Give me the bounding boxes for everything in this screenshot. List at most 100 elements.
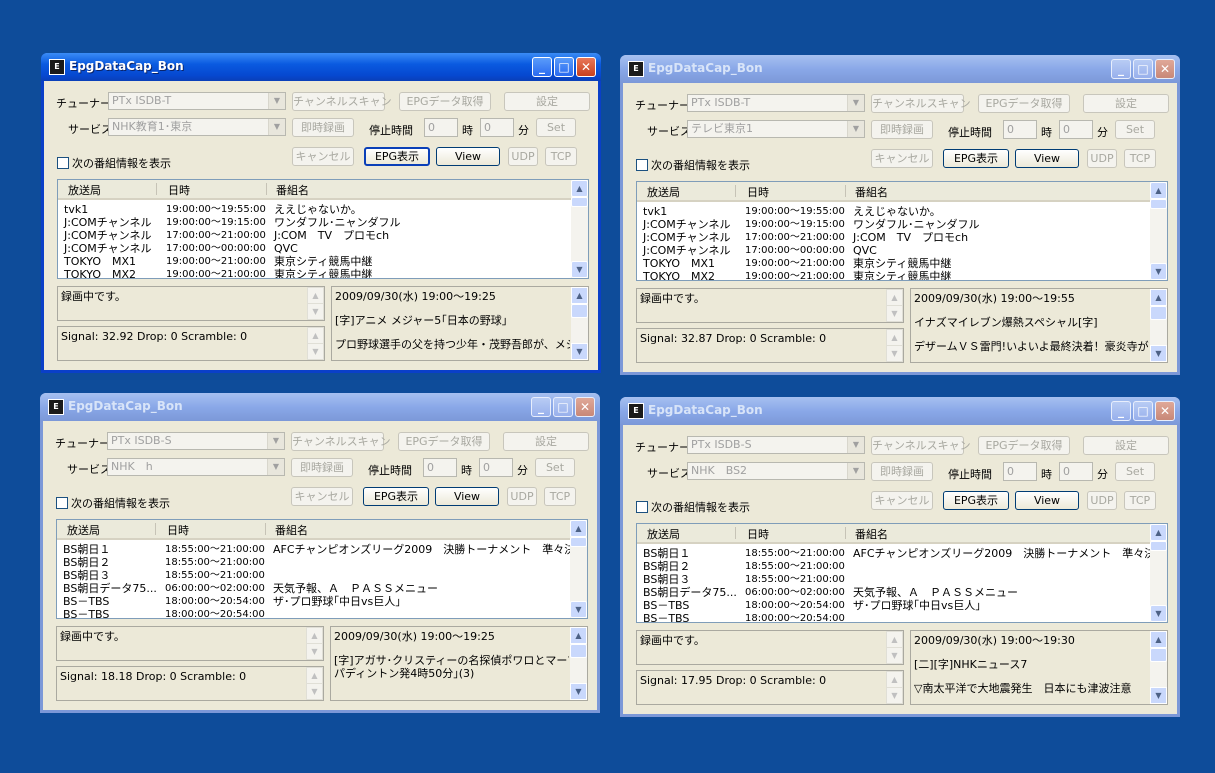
scroll-down-icon[interactable]: ▼ [886, 687, 903, 704]
scroll-up-icon[interactable]: ▲ [570, 520, 587, 537]
chevron-down-icon[interactable]: ▼ [268, 119, 285, 135]
minimize-button[interactable]: _ [1111, 59, 1131, 79]
signal-box[interactable]: Signal: 32.92 Drop: 0 Scramble: 0 ▲ ▼ [57, 326, 325, 361]
app-icon[interactable]: E [48, 399, 64, 415]
scroll-up-icon[interactable]: ▲ [306, 667, 323, 684]
scroll-up-icon[interactable]: ▲ [1150, 631, 1167, 648]
table-row[interactable]: TOKYO MX2 19:00:00～21:00:00 東京シティ競馬中継 [637, 270, 1152, 280]
table-row[interactable]: J:COMチャンネル 19:00:00～19:15:00 ワンダフル･ニャンダフル [637, 218, 1152, 231]
column-header-station[interactable]: 放送局 [647, 184, 680, 200]
channel-scan-button[interactable]: チャンネルスキャン [291, 432, 391, 451]
scroll-down-icon[interactable]: ▼ [1150, 605, 1167, 622]
close-button[interactable]: ✕ [576, 57, 596, 77]
close-button[interactable]: ✕ [1155, 401, 1175, 421]
epgdatacap-window-4[interactable]: E EpgDataCap_Bon _ □ ✕ チューナー PTx ISDB-S ▼… [620, 397, 1180, 717]
minute-input[interactable]: 0 [480, 118, 514, 137]
scroll-down-icon[interactable]: ▼ [307, 303, 324, 320]
scroll-thumb[interactable] [571, 304, 588, 318]
scroll-down-icon[interactable]: ▼ [306, 643, 323, 660]
settings-button[interactable]: 設定 [1083, 436, 1169, 455]
scroll-thumb[interactable] [1150, 541, 1167, 551]
column-header-datetime[interactable]: 日時 [747, 526, 769, 542]
program-info-box[interactable]: 2009/09/30(水) 19:00～19:55 イナズマイレブン爆熱スペシャ… [910, 288, 1168, 363]
view-button[interactable]: View [1015, 149, 1079, 168]
cancel-button[interactable]: キャンセル [871, 491, 933, 510]
scroll-up-icon[interactable]: ▲ [570, 627, 587, 644]
tcp-button[interactable]: TCP [544, 487, 576, 506]
signal-scrollbar[interactable]: ▲ ▼ [886, 329, 903, 362]
tuner-select[interactable]: PTx ISDB-S ▼ [687, 436, 865, 454]
program-info-scrollbar[interactable]: ▲ ▼ [1150, 289, 1167, 362]
close-button[interactable]: ✕ [575, 397, 595, 417]
hour-input[interactable]: 0 [1003, 120, 1037, 139]
signal-scrollbar[interactable]: ▲ ▼ [886, 671, 903, 704]
list-scrollbar[interactable]: ▲ ▼ [1150, 524, 1167, 622]
table-row[interactable]: BS朝日２ 18:55:00～21:00:00 [637, 560, 1152, 573]
table-row[interactable]: TOKYO MX1 19:00:00～21:00:00 東京シティ競馬中継 [58, 255, 573, 268]
chevron-down-icon[interactable]: ▼ [847, 95, 864, 111]
scroll-thumb[interactable] [571, 197, 588, 207]
cancel-button[interactable]: キャンセル [291, 487, 353, 506]
next-program-checkbox[interactable] [56, 497, 68, 509]
scroll-down-icon[interactable]: ▼ [886, 305, 903, 322]
table-row[interactable]: BS朝日データ75... 06:00:00～02:00:00 天気予報、Ａ ＰＡＳＳ… [637, 586, 1152, 599]
program-list[interactable]: 放送局 日時 番組名 tvk1 19:00:00～19:55:00 ええじゃないか。… [57, 179, 589, 279]
minimize-button[interactable]: _ [1111, 401, 1131, 421]
list-scrollbar[interactable]: ▲ ▼ [1150, 182, 1167, 280]
column-divider[interactable] [735, 527, 736, 539]
column-header-datetime[interactable]: 日時 [168, 182, 190, 198]
maximize-button[interactable]: □ [554, 57, 574, 77]
service-select[interactable]: テレビ東京1 ▼ [687, 120, 865, 138]
epg-view-button[interactable]: EPG表示 [363, 487, 429, 506]
status-box[interactable]: 録画中です。 ▲ ▼ [56, 626, 324, 661]
table-row[interactable]: BS－TBS 18:00:00～20:54:00 ザ･プロ野球｢中日vs巨人｣ [57, 595, 572, 608]
epg-fetch-button[interactable]: EPGデータ取得 [399, 92, 491, 111]
column-divider[interactable] [845, 527, 846, 539]
title-bar[interactable]: E EpgDataCap_Bon _ □ ✕ [620, 397, 1180, 425]
program-list[interactable]: 放送局 日時 番組名 BS朝日１ 18:55:00～21:00:00 AFCチャンピ… [636, 523, 1168, 623]
table-row[interactable]: J:COMチャンネル 17:00:00～21:00:00 J:COM TV プロモc… [637, 231, 1152, 244]
chevron-down-icon[interactable]: ▼ [268, 93, 285, 109]
column-header-station[interactable]: 放送局 [68, 182, 101, 198]
signal-box[interactable]: Signal: 17.95 Drop: 0 Scramble: 0 ▲ ▼ [636, 670, 904, 705]
table-row[interactable]: BS－TBS 18:00:00～20:54:00 [57, 608, 572, 618]
set-button[interactable]: Set [536, 118, 576, 137]
scroll-down-icon[interactable]: ▼ [571, 261, 588, 278]
column-divider[interactable] [155, 523, 156, 535]
program-list[interactable]: 放送局 日時 番組名 tvk1 19:00:00～19:55:00 ええじゃないか。… [636, 181, 1168, 281]
signal-box[interactable]: Signal: 32.87 Drop: 0 Scramble: 0 ▲ ▼ [636, 328, 904, 363]
status-scrollbar[interactable]: ▲ ▼ [886, 289, 903, 322]
instant-record-button[interactable]: 即時録画 [871, 120, 933, 139]
epg-fetch-button[interactable]: EPGデータ取得 [398, 432, 490, 451]
scroll-up-icon[interactable]: ▲ [886, 631, 903, 648]
chevron-down-icon[interactable]: ▼ [847, 463, 864, 479]
next-program-checkbox[interactable] [636, 159, 648, 171]
app-icon[interactable]: E [49, 59, 65, 75]
scroll-down-icon[interactable]: ▼ [570, 683, 587, 700]
set-button[interactable]: Set [1115, 120, 1155, 139]
table-row[interactable]: TOKYO MX1 19:00:00～21:00:00 東京シティ競馬中継 [637, 257, 1152, 270]
scroll-up-icon[interactable]: ▲ [571, 180, 588, 197]
maximize-button[interactable]: □ [1133, 59, 1153, 79]
minimize-button[interactable]: _ [531, 397, 551, 417]
signal-scrollbar[interactable]: ▲ ▼ [306, 667, 323, 700]
column-header-station[interactable]: 放送局 [647, 526, 680, 542]
column-divider[interactable] [845, 185, 846, 197]
chevron-down-icon[interactable]: ▼ [267, 459, 284, 475]
program-list[interactable]: 放送局 日時 番組名 BS朝日１ 18:55:00～21:00:00 AFCチャンピ… [56, 519, 588, 619]
epgdatacap-window-3[interactable]: E EpgDataCap_Bon _ □ ✕ チューナー PTx ISDB-S ▼… [40, 393, 600, 713]
title-bar[interactable]: E EpgDataCap_Bon _ □ ✕ [620, 55, 1180, 83]
minimize-button[interactable]: _ [532, 57, 552, 77]
tcp-button[interactable]: TCP [1124, 149, 1156, 168]
scroll-thumb[interactable] [1150, 306, 1167, 320]
set-button[interactable]: Set [535, 458, 575, 477]
column-header-program[interactable]: 番組名 [276, 182, 309, 198]
instant-record-button[interactable]: 即時録画 [871, 462, 933, 481]
status-scrollbar[interactable]: ▲ ▼ [307, 287, 324, 320]
column-header-station[interactable]: 放送局 [67, 522, 100, 538]
scroll-thumb[interactable] [1150, 199, 1167, 209]
tuner-select[interactable]: PTx ISDB-S ▼ [107, 432, 285, 450]
column-divider[interactable] [265, 523, 266, 535]
instant-record-button[interactable]: 即時録画 [291, 458, 353, 477]
title-bar[interactable]: E EpgDataCap_Bon _ □ ✕ [40, 393, 600, 421]
